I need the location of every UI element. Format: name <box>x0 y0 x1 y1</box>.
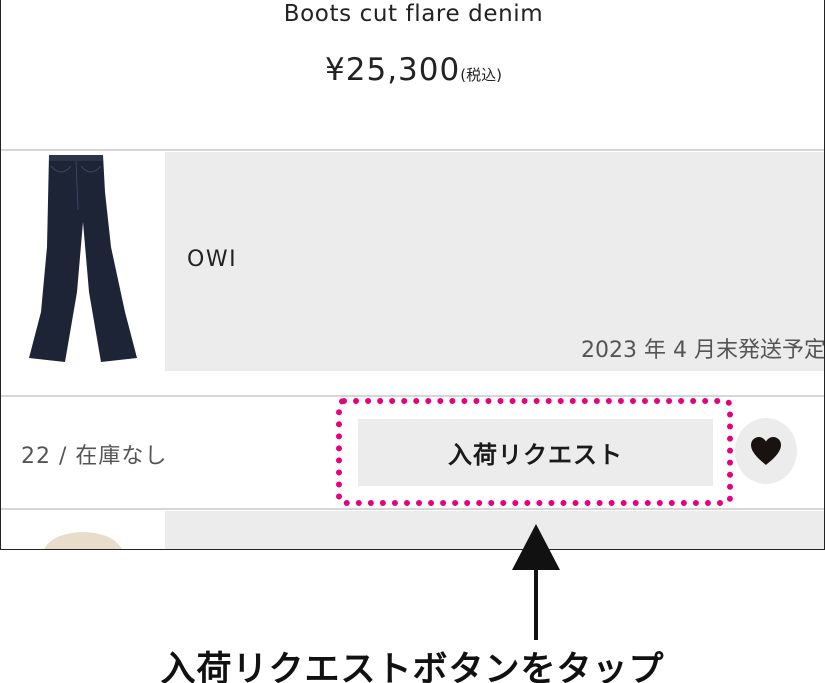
divider <box>1 508 824 510</box>
item-info-panel[interactable]: OWI 2023 年 4 月末発送予定 <box>165 152 825 371</box>
knit-image <box>44 532 122 549</box>
heart-icon <box>751 437 781 465</box>
up-arrow-icon <box>512 524 560 640</box>
jeans-image <box>29 155 137 362</box>
divider <box>1 149 824 151</box>
variant-stock-status: 22 / 在庫なし <box>21 444 168 469</box>
item-info-panel[interactable] <box>165 511 824 549</box>
price-row: ¥25,300(税込) <box>1 52 824 88</box>
favorite-button[interactable] <box>735 418 797 484</box>
tax-note: (税込) <box>460 66 502 84</box>
product-name: Boots cut flare denim <box>283 1 544 27</box>
highlight-frame <box>336 398 733 506</box>
product-thumbnail[interactable] <box>1 152 165 371</box>
brand-name: OWI <box>187 247 238 272</box>
instruction-caption: 入荷リクエストボタンをタップ <box>160 650 665 683</box>
divider <box>1 395 824 397</box>
product-thumbnail[interactable] <box>1 511 165 549</box>
product-price: ¥25,300 <box>325 52 461 88</box>
shipping-note: 2023 年 4 月末発送予定 <box>581 338 825 363</box>
